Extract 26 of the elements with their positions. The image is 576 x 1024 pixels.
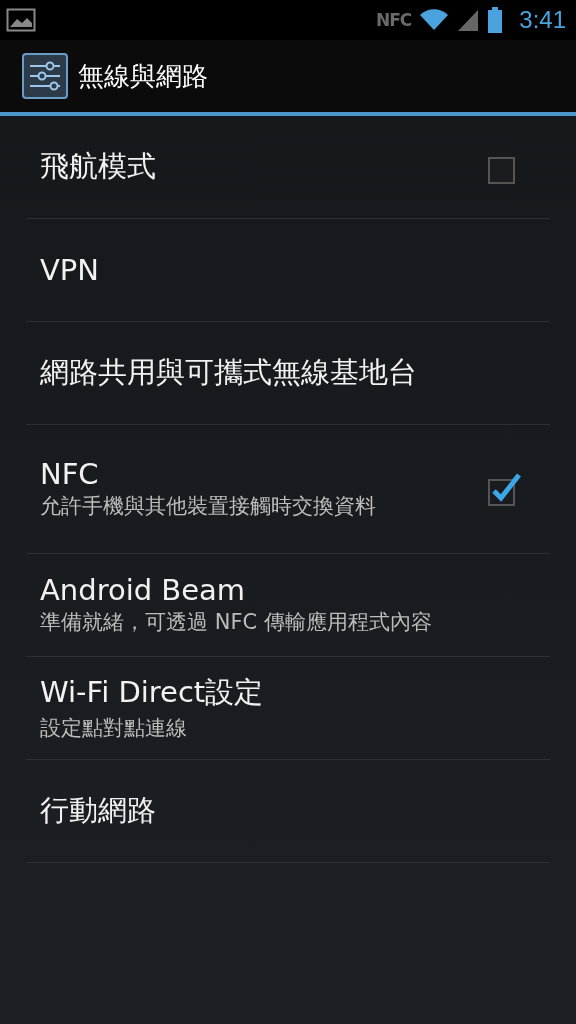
settings-item[interactable]: Wi-Fi Direct設定 設定點對點連線 <box>26 657 550 760</box>
item-title: VPN <box>40 253 101 287</box>
item-title: Wi-Fi Direct設定 <box>40 674 265 712</box>
item-summary: 設定點對點連線 <box>40 715 188 743</box>
settings-item[interactable]: 網路共用與可攜式無線基地台 <box>26 322 550 425</box>
checkbox[interactable] <box>488 471 522 507</box>
screen-title: 無線與網路 <box>78 59 208 93</box>
settings-item[interactable]: Android Beam 準備就緒，可透過 NFC 傳輸應用程式內容 <box>26 554 550 657</box>
settings-item[interactable]: NFC 允許手機與其他裝置接觸時交換資料 <box>26 425 550 554</box>
clock-time: 3:41 <box>519 6 566 34</box>
item-summary: 準備就緒，可透過 NFC 傳輸應用程式內容 <box>40 609 433 637</box>
item-title: 飛航模式 <box>40 148 157 185</box>
settings-item[interactable]: VPN <box>26 219 550 322</box>
settings-item[interactable]: 飛航模式 <box>26 116 550 219</box>
item-title: 行動網路 <box>40 792 157 829</box>
settings-item[interactable]: 行動網路 <box>26 760 550 863</box>
item-title: Android Beam <box>40 573 247 608</box>
wifi-icon <box>419 8 450 32</box>
nfc-status-text: NFC <box>375 10 412 30</box>
settings-sliders-icon <box>22 53 68 99</box>
item-summary: 允許手機與其他裝置接觸時交換資料 <box>40 493 377 521</box>
battery-icon <box>487 7 504 33</box>
item-title: 網路共用與可攜式無線基地台 <box>40 354 418 391</box>
signal-icon <box>457 8 480 32</box>
item-title: NFC <box>40 457 100 492</box>
picture-icon <box>6 8 36 32</box>
